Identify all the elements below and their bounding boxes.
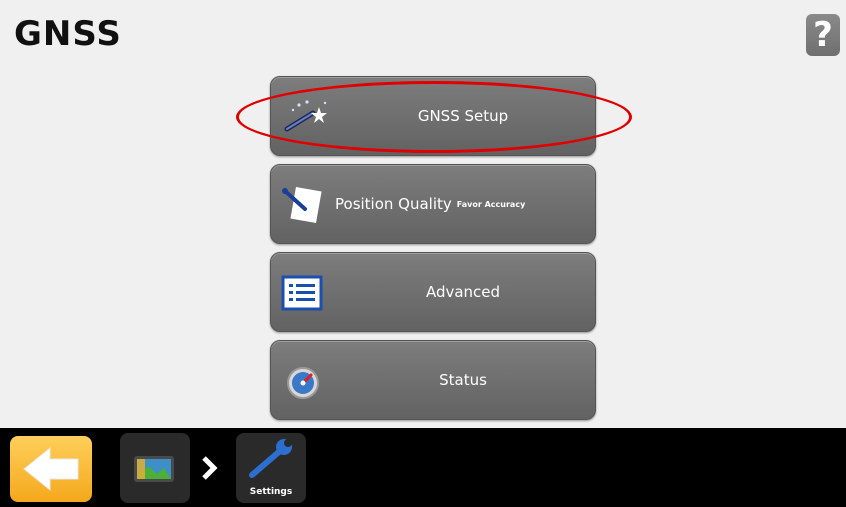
bottom-nav-bar: Settings <box>0 428 846 507</box>
position-quality-value: Favor Accuracy <box>456 199 526 209</box>
back-button[interactable] <box>10 436 92 502</box>
status-button[interactable]: Status <box>270 340 596 420</box>
breadcrumb-home[interactable] <box>120 433 190 503</box>
setup-wand-icon <box>279 97 329 137</box>
back-arrow-icon <box>23 446 79 492</box>
status-gauge-icon <box>279 361 329 401</box>
page-title: GNSS <box>14 14 122 54</box>
position-quality-label: Position Quality <box>335 195 452 213</box>
position-quality-button[interactable]: Position Quality Favor Accuracy <box>270 164 596 244</box>
advanced-label: Advanced <box>425 283 501 301</box>
home-screen-icon <box>134 456 174 482</box>
chevron-right-icon <box>200 456 220 480</box>
advanced-list-icon <box>279 273 329 313</box>
breadcrumb-settings-label: Settings <box>249 487 293 497</box>
help-button[interactable]: ? <box>806 14 840 56</box>
position-quality-icon <box>279 185 329 225</box>
breadcrumb-settings[interactable]: Settings <box>236 433 306 503</box>
wrench-icon <box>249 439 292 478</box>
status-label: Status <box>439 371 487 389</box>
gnss-setup-button[interactable]: GNSS Setup <box>270 76 596 156</box>
gnss-setup-label: GNSS Setup <box>417 107 509 125</box>
advanced-button[interactable]: Advanced <box>270 252 596 332</box>
